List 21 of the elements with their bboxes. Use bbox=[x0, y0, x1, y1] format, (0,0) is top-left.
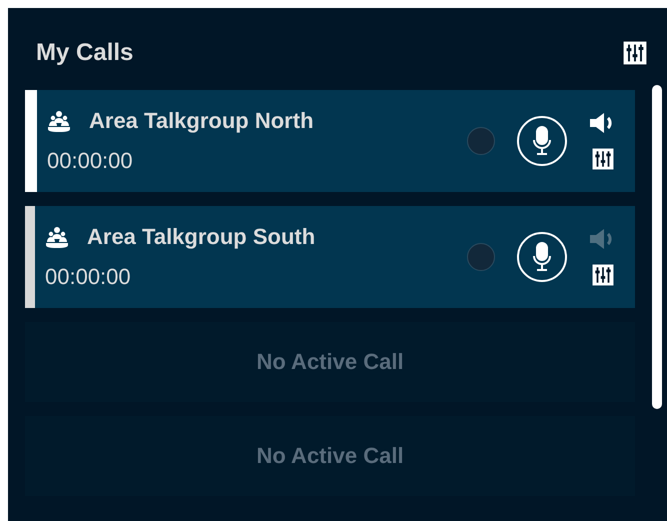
group-icon bbox=[47, 109, 71, 133]
status-indicator bbox=[467, 127, 495, 155]
microphone-icon bbox=[532, 126, 552, 156]
scrollbar[interactable] bbox=[652, 85, 662, 409]
empty-slot-label: No Active Call bbox=[256, 349, 404, 375]
empty-slot-label: No Active Call bbox=[256, 443, 404, 469]
microphone-button[interactable] bbox=[517, 116, 567, 166]
microphone-button[interactable] bbox=[517, 232, 567, 282]
mixer-icon[interactable] bbox=[623, 41, 647, 65]
status-indicator bbox=[467, 243, 495, 271]
talkgroup-name: Area Talkgroup North bbox=[89, 108, 314, 134]
microphone-icon bbox=[532, 242, 552, 272]
group-icon bbox=[45, 225, 69, 249]
call-card[interactable]: Area Talkgroup South 00:00:00 bbox=[25, 206, 635, 308]
call-card[interactable]: Area Talkgroup North 00:00:00 bbox=[25, 90, 635, 192]
mixer-icon[interactable] bbox=[592, 264, 614, 286]
panel-title: My Calls bbox=[36, 39, 134, 67]
talkgroup-name: Area Talkgroup South bbox=[87, 224, 316, 250]
mixer-icon[interactable] bbox=[592, 148, 614, 170]
call-timer: 00:00:00 bbox=[45, 264, 132, 290]
call-timer: 00:00:00 bbox=[47, 148, 134, 174]
